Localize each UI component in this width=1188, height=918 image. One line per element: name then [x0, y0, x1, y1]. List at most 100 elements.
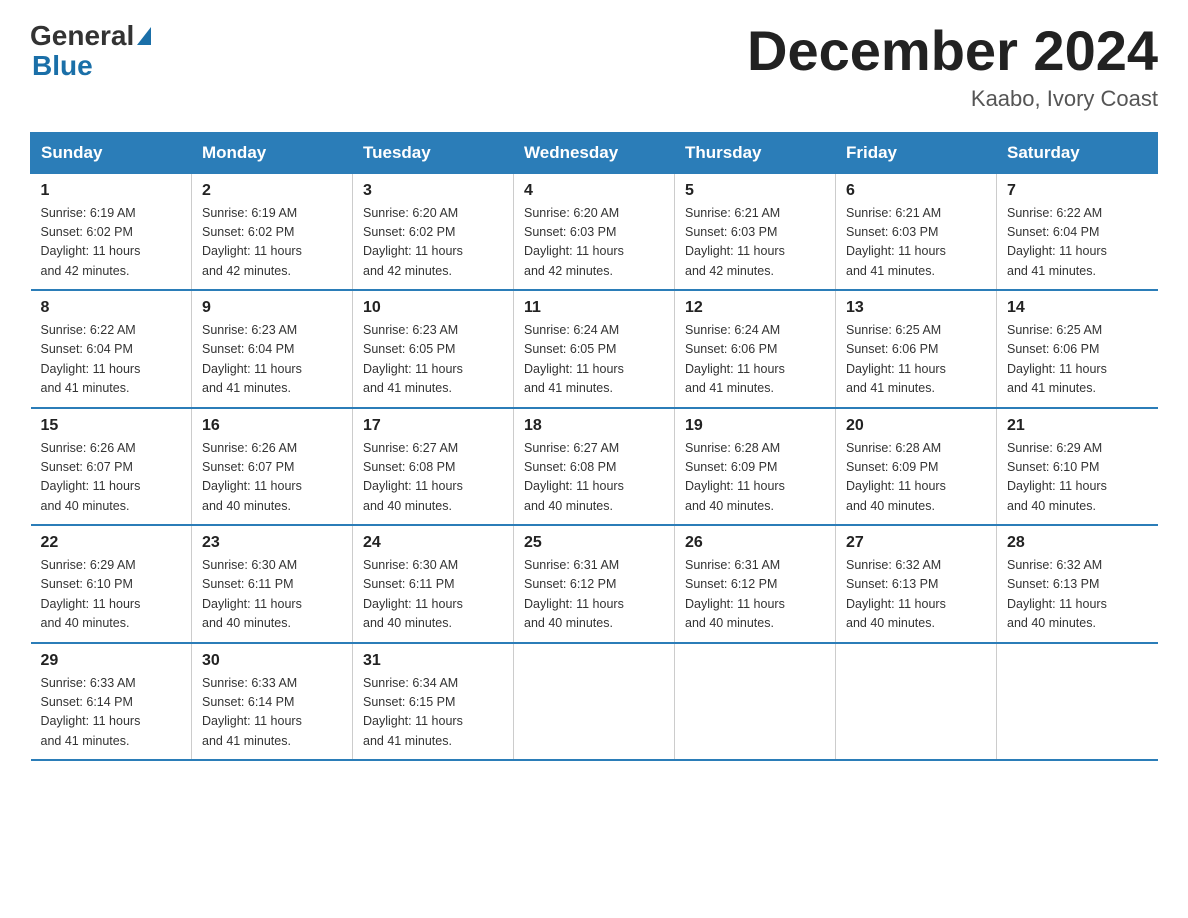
day-info: Sunrise: 6:21 AMSunset: 6:03 PMDaylight:…: [846, 204, 986, 282]
calendar-cell: 23Sunrise: 6:30 AMSunset: 6:11 PMDayligh…: [192, 525, 353, 643]
day-info: Sunrise: 6:25 AMSunset: 6:06 PMDaylight:…: [846, 321, 986, 399]
day-number: 6: [846, 182, 986, 200]
day-info: Sunrise: 6:33 AMSunset: 6:14 PMDaylight:…: [41, 674, 182, 752]
day-number: 7: [1007, 182, 1148, 200]
day-info: Sunrise: 6:27 AMSunset: 6:08 PMDaylight:…: [363, 439, 503, 517]
calendar-cell: 21 Sunrise: 6:29 AMSunset: 6:10 PMDayligh…: [997, 408, 1158, 526]
day-number: 8: [41, 299, 182, 317]
day-number: 3: [363, 182, 503, 200]
day-number: 31: [363, 652, 503, 670]
calendar-cell: 12 Sunrise: 6:24 AMSunset: 6:06 PMDayligh…: [675, 290, 836, 408]
calendar-cell: 30 Sunrise: 6:33 AMSunset: 6:14 PMDayligh…: [192, 643, 353, 761]
calendar-cell: 20Sunrise: 6:28 AMSunset: 6:09 PMDayligh…: [836, 408, 997, 526]
day-info: Sunrise: 6:24 AMSunset: 6:06 PMDaylight:…: [685, 321, 825, 399]
day-number: 4: [524, 182, 664, 200]
day-info: Sunrise: 6:31 AMSunset: 6:12 PMDaylight:…: [685, 556, 825, 634]
calendar-cell: 27Sunrise: 6:32 AMSunset: 6:13 PMDayligh…: [836, 525, 997, 643]
calendar-week-2: 8 Sunrise: 6:22 AMSunset: 6:04 PMDaylight…: [31, 290, 1158, 408]
day-number: 15: [41, 417, 182, 435]
calendar-cell: 24 Sunrise: 6:30 AMSunset: 6:11 PMDayligh…: [353, 525, 514, 643]
calendar-table: SundayMondayTuesdayWednesdayThursdayFrid…: [30, 132, 1158, 762]
day-number: 14: [1007, 299, 1148, 317]
calendar-cell: 11Sunrise: 6:24 AMSunset: 6:05 PMDayligh…: [514, 290, 675, 408]
day-info: Sunrise: 6:26 AMSunset: 6:07 PMDaylight:…: [202, 439, 342, 517]
calendar-cell: [675, 643, 836, 761]
location-text: Kaabo, Ivory Coast: [747, 86, 1158, 112]
header-cell-thursday: Thursday: [675, 132, 836, 173]
calendar-cell: 9Sunrise: 6:23 AMSunset: 6:04 PMDaylight…: [192, 290, 353, 408]
calendar-cell: 8 Sunrise: 6:22 AMSunset: 6:04 PMDaylight…: [31, 290, 192, 408]
calendar-body: 1 Sunrise: 6:19 AMSunset: 6:02 PMDaylight…: [31, 173, 1158, 760]
day-info: Sunrise: 6:19 AMSunset: 6:02 PMDaylight:…: [41, 204, 182, 282]
day-info: Sunrise: 6:33 AMSunset: 6:14 PMDaylight:…: [202, 674, 342, 752]
logo: General Blue: [30, 20, 151, 82]
day-number: 5: [685, 182, 825, 200]
day-info: Sunrise: 6:23 AMSunset: 6:04 PMDaylight:…: [202, 321, 342, 399]
day-number: 25: [524, 534, 664, 552]
calendar-week-5: 29 Sunrise: 6:33 AMSunset: 6:14 PMDayligh…: [31, 643, 1158, 761]
calendar-cell: 28Sunrise: 6:32 AMSunset: 6:13 PMDayligh…: [997, 525, 1158, 643]
calendar-cell: 1 Sunrise: 6:19 AMSunset: 6:02 PMDaylight…: [31, 173, 192, 290]
day-info: Sunrise: 6:29 AMSunset: 6:10 PMDaylight:…: [1007, 439, 1148, 517]
calendar-week-4: 22 Sunrise: 6:29 AMSunset: 6:10 PMDayligh…: [31, 525, 1158, 643]
day-info: Sunrise: 6:27 AMSunset: 6:08 PMDaylight:…: [524, 439, 664, 517]
day-number: 30: [202, 652, 342, 670]
day-number: 24: [363, 534, 503, 552]
calendar-cell: 22 Sunrise: 6:29 AMSunset: 6:10 PMDayligh…: [31, 525, 192, 643]
day-info: Sunrise: 6:22 AMSunset: 6:04 PMDaylight:…: [41, 321, 182, 399]
calendar-cell: 19Sunrise: 6:28 AMSunset: 6:09 PMDayligh…: [675, 408, 836, 526]
calendar-cell: 13 Sunrise: 6:25 AMSunset: 6:06 PMDayligh…: [836, 290, 997, 408]
day-info: Sunrise: 6:29 AMSunset: 6:10 PMDaylight:…: [41, 556, 182, 634]
day-info: Sunrise: 6:24 AMSunset: 6:05 PMDaylight:…: [524, 321, 664, 399]
day-info: Sunrise: 6:31 AMSunset: 6:12 PMDaylight:…: [524, 556, 664, 634]
calendar-cell: 10Sunrise: 6:23 AMSunset: 6:05 PMDayligh…: [353, 290, 514, 408]
logo-triangle-icon: [137, 27, 151, 45]
calendar-cell: 17 Sunrise: 6:27 AMSunset: 6:08 PMDayligh…: [353, 408, 514, 526]
day-number: 13: [846, 299, 986, 317]
day-info: Sunrise: 6:22 AMSunset: 6:04 PMDaylight:…: [1007, 204, 1148, 282]
page-header: General Blue December 2024 Kaabo, Ivory …: [30, 20, 1158, 112]
calendar-cell: 3 Sunrise: 6:20 AMSunset: 6:02 PMDaylight…: [353, 173, 514, 290]
calendar-cell: 26 Sunrise: 6:31 AMSunset: 6:12 PMDayligh…: [675, 525, 836, 643]
calendar-cell: 25 Sunrise: 6:31 AMSunset: 6:12 PMDayligh…: [514, 525, 675, 643]
day-number: 26: [685, 534, 825, 552]
header-cell-saturday: Saturday: [997, 132, 1158, 173]
header-row: SundayMondayTuesdayWednesdayThursdayFrid…: [31, 132, 1158, 173]
day-number: 27: [846, 534, 986, 552]
day-info: Sunrise: 6:25 AMSunset: 6:06 PMDaylight:…: [1007, 321, 1148, 399]
calendar-cell: 6 Sunrise: 6:21 AMSunset: 6:03 PMDaylight…: [836, 173, 997, 290]
calendar-cell: [836, 643, 997, 761]
header-cell-monday: Monday: [192, 132, 353, 173]
calendar-cell: 5 Sunrise: 6:21 AMSunset: 6:03 PMDaylight…: [675, 173, 836, 290]
calendar-cell: 15 Sunrise: 6:26 AMSunset: 6:07 PMDayligh…: [31, 408, 192, 526]
day-number: 19: [685, 417, 825, 435]
header-cell-tuesday: Tuesday: [353, 132, 514, 173]
calendar-cell: 14 Sunrise: 6:25 AMSunset: 6:06 PMDayligh…: [997, 290, 1158, 408]
day-info: Sunrise: 6:26 AMSunset: 6:07 PMDaylight:…: [41, 439, 182, 517]
day-number: 21: [1007, 417, 1148, 435]
day-number: 1: [41, 182, 182, 200]
title-block: December 2024 Kaabo, Ivory Coast: [747, 20, 1158, 112]
calendar-week-1: 1 Sunrise: 6:19 AMSunset: 6:02 PMDaylight…: [31, 173, 1158, 290]
calendar-cell: 4 Sunrise: 6:20 AMSunset: 6:03 PMDaylight…: [514, 173, 675, 290]
day-info: Sunrise: 6:20 AMSunset: 6:03 PMDaylight:…: [524, 204, 664, 282]
day-info: Sunrise: 6:20 AMSunset: 6:02 PMDaylight:…: [363, 204, 503, 282]
day-number: 29: [41, 652, 182, 670]
day-number: 12: [685, 299, 825, 317]
day-number: 18: [524, 417, 664, 435]
logo-general-text: General: [30, 20, 134, 52]
calendar-cell: 18 Sunrise: 6:27 AMSunset: 6:08 PMDayligh…: [514, 408, 675, 526]
calendar-cell: [997, 643, 1158, 761]
day-number: 20: [846, 417, 986, 435]
day-number: 22: [41, 534, 182, 552]
day-info: Sunrise: 6:30 AMSunset: 6:11 PMDaylight:…: [363, 556, 503, 634]
day-number: 2: [202, 182, 342, 200]
day-info: Sunrise: 6:21 AMSunset: 6:03 PMDaylight:…: [685, 204, 825, 282]
calendar-week-3: 15 Sunrise: 6:26 AMSunset: 6:07 PMDayligh…: [31, 408, 1158, 526]
day-number: 17: [363, 417, 503, 435]
logo-text: General: [30, 20, 151, 52]
calendar-cell: 7 Sunrise: 6:22 AMSunset: 6:04 PMDaylight…: [997, 173, 1158, 290]
day-info: Sunrise: 6:32 AMSunset: 6:13 PMDaylight:…: [1007, 556, 1148, 634]
calendar-header: SundayMondayTuesdayWednesdayThursdayFrid…: [31, 132, 1158, 173]
day-info: Sunrise: 6:30 AMSunset: 6:11 PMDaylight:…: [202, 556, 342, 634]
